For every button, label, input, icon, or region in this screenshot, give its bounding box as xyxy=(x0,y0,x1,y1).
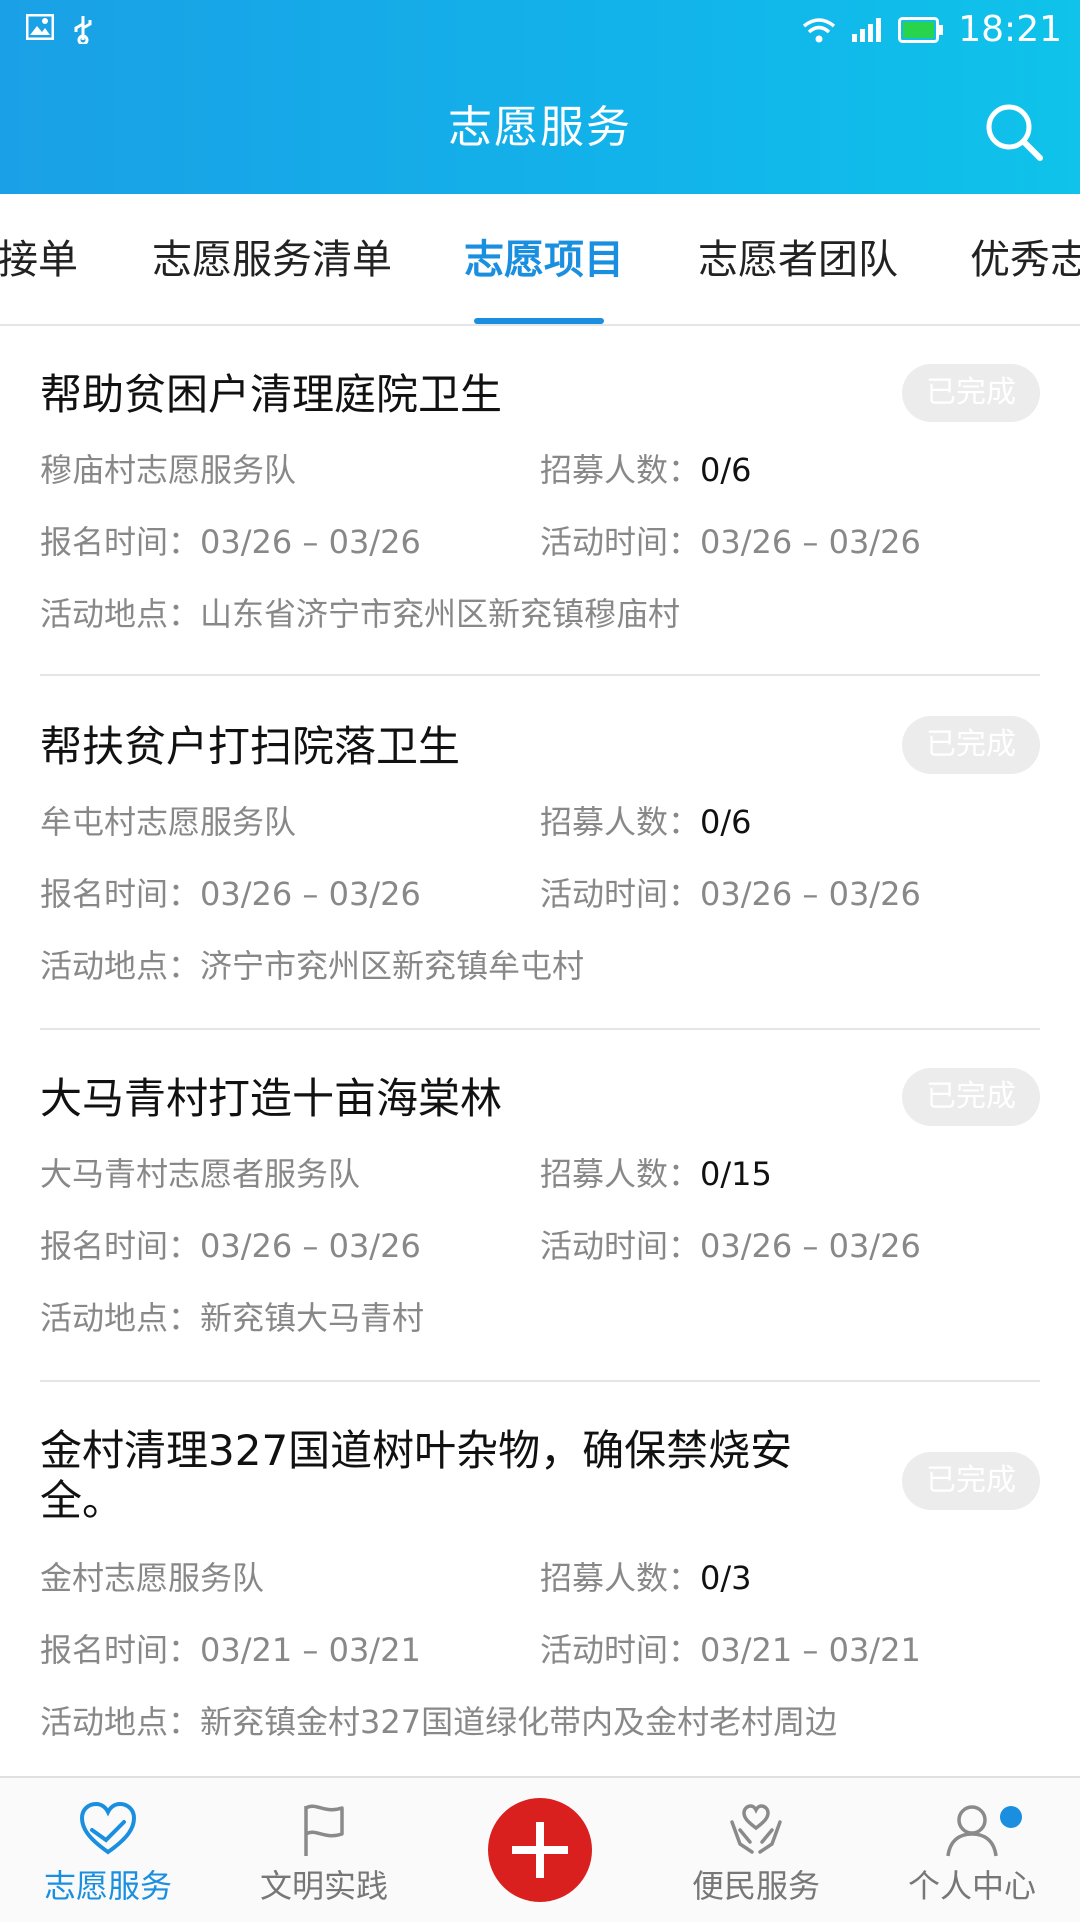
team-name: 大马青村志愿者服务队 xyxy=(40,1155,361,1193)
divider xyxy=(40,1380,1040,1382)
wifi-icon xyxy=(803,18,836,43)
signup-field: 报名时间：03/26 – 03/26 xyxy=(40,520,421,564)
activity-label: 活动时间： xyxy=(540,875,701,913)
activity-label: 活动时间： xyxy=(540,523,701,561)
recruit-field: 招募人数：0/15 xyxy=(540,1152,772,1196)
tab-bar: 接单 志愿服务清单 志愿项目 志愿者团队 优秀志 xyxy=(0,194,1080,326)
location-value: 济宁市兖州区新兖镇牟屯村 xyxy=(200,947,585,985)
search-icon[interactable] xyxy=(982,100,1046,164)
nav-volunteer-service[interactable]: 志愿服务 xyxy=(8,1778,208,1922)
location-label: 活动地点： xyxy=(40,1299,201,1337)
signup-label: 报名时间： xyxy=(40,875,201,913)
page-title: 志愿服务 xyxy=(448,102,632,153)
location-label: 活动地点： xyxy=(40,947,201,985)
nav-label: 个人中心 xyxy=(907,1867,1036,1905)
tab-service-list[interactable]: 志愿服务清单 xyxy=(152,232,392,288)
nav-label: 志愿服务 xyxy=(43,1867,172,1905)
nav-convenience-service[interactable]: 便民服务 xyxy=(656,1778,856,1922)
signup-value: 03/21 – 03/21 xyxy=(200,1631,421,1669)
activity-value: 03/21 – 03/21 xyxy=(700,1631,921,1669)
project-title: 帮扶贫户打扫院落卫生 xyxy=(40,722,461,771)
location-label: 活动地点： xyxy=(40,595,201,633)
project-title: 帮助贫困户清理庭院卫生 xyxy=(40,370,503,419)
nav-label: 便民服务 xyxy=(691,1867,820,1905)
recruit-label: 招募人数： xyxy=(540,803,701,841)
nav-civilization-practice[interactable]: 文明实践 xyxy=(224,1778,424,1922)
location-field: 活动地点：济宁市兖州区新兖镇牟屯村 xyxy=(40,944,584,988)
status-badge: 已完成 xyxy=(902,1452,1040,1510)
project-title: 大马青村打造十亩海棠林 xyxy=(40,1074,503,1123)
add-button[interactable] xyxy=(488,1798,592,1902)
tab-excellent[interactable]: 优秀志 xyxy=(970,232,1080,288)
status-badge: 已完成 xyxy=(902,364,1040,422)
status-time: 18:21 xyxy=(958,9,1062,50)
recruit-label: 招募人数： xyxy=(540,1155,701,1193)
location-value: 新兖镇金村327国道绿化带内及金村老村周边 xyxy=(200,1703,838,1741)
signup-field: 报名时间：03/26 – 03/26 xyxy=(40,1224,421,1268)
location-field: 活动地点：新兖镇金村327国道绿化带内及金村老村周边 xyxy=(40,1700,837,1744)
activity-value: 03/26 – 03/26 xyxy=(700,1227,921,1265)
tab-volunteer-projects[interactable]: 志愿项目 xyxy=(464,232,624,288)
status-badge: 已完成 xyxy=(902,1068,1040,1126)
recruit-label: 招募人数： xyxy=(540,451,701,489)
status-badge: 已完成 xyxy=(902,716,1040,774)
signup-value: 03/26 – 03/26 xyxy=(200,1227,421,1265)
location-field: 活动地点：新兖镇大马青村 xyxy=(40,1296,424,1340)
recruit-label: 招募人数： xyxy=(540,1559,701,1597)
activity-field: 活动时间：03/26 – 03/26 xyxy=(540,520,921,564)
signup-label: 报名时间： xyxy=(40,1227,201,1265)
battery-icon xyxy=(898,17,944,43)
flag-icon xyxy=(304,1804,344,1856)
activity-label: 活动时间： xyxy=(540,1227,701,1265)
signup-label: 报名时间： xyxy=(40,523,201,561)
user-icon xyxy=(946,1805,998,1857)
divider xyxy=(40,1028,1040,1030)
app-header: 18:21 志愿服务 xyxy=(0,0,1080,194)
signal-icon xyxy=(852,18,882,42)
activity-field: 活动时间：03/26 – 03/26 xyxy=(540,872,921,916)
activity-value: 03/26 – 03/26 xyxy=(700,875,921,913)
tab-volunteer-teams[interactable]: 志愿者团队 xyxy=(698,232,898,288)
location-field: 活动地点：山东省济宁市兖州区新兖镇穆庙村 xyxy=(40,592,680,636)
recruit-value: 0/6 xyxy=(700,803,752,841)
signup-field: 报名时间：03/26 – 03/26 xyxy=(40,872,421,916)
recruit-field: 招募人数：0/6 xyxy=(540,800,752,844)
heart-support-icon xyxy=(730,1804,782,1854)
team-name: 金村志愿服务队 xyxy=(40,1559,265,1597)
activity-field: 活动时间：03/21 – 03/21 xyxy=(540,1628,921,1672)
signup-value: 03/26 – 03/26 xyxy=(200,875,421,913)
signup-value: 03/26 – 03/26 xyxy=(200,523,421,561)
signup-field: 报名时间：03/21 – 03/21 xyxy=(40,1628,421,1672)
team-name: 穆庙村志愿服务队 xyxy=(40,451,297,489)
recruit-value: 0/6 xyxy=(700,451,752,489)
status-bar: 18:21 xyxy=(0,0,1080,64)
nav-label: 文明实践 xyxy=(259,1867,388,1905)
location-label: 活动地点： xyxy=(40,1703,201,1741)
activity-label: 活动时间： xyxy=(540,1631,701,1669)
notification-dot xyxy=(1000,1806,1022,1828)
divider xyxy=(40,674,1040,676)
active-tab-indicator xyxy=(474,318,604,324)
tab-order[interactable]: 接单 xyxy=(0,232,78,288)
project-title: 金村清理327国道树叶杂物，确保禁烧安全。 xyxy=(40,1426,793,1525)
recruit-value: 0/15 xyxy=(700,1155,772,1193)
signup-label: 报名时间： xyxy=(40,1631,201,1669)
usb-icon xyxy=(74,16,92,44)
recruit-field: 招募人数：0/3 xyxy=(540,1556,752,1600)
plus-icon xyxy=(512,1822,568,1878)
recruit-field: 招募人数：0/6 xyxy=(540,448,752,492)
heart-hands-icon xyxy=(79,1801,137,1855)
activity-value: 03/26 – 03/26 xyxy=(700,523,921,561)
recruit-value: 0/3 xyxy=(700,1559,752,1597)
image-notification-icon xyxy=(26,14,54,40)
location-value: 山东省济宁市兖州区新兖镇穆庙村 xyxy=(200,595,681,633)
nav-personal-center[interactable]: 个人中心 xyxy=(872,1778,1072,1922)
activity-field: 活动时间：03/26 – 03/26 xyxy=(540,1224,921,1268)
team-name: 牟屯村志愿服务队 xyxy=(40,803,297,841)
location-value: 新兖镇大马青村 xyxy=(200,1299,425,1337)
